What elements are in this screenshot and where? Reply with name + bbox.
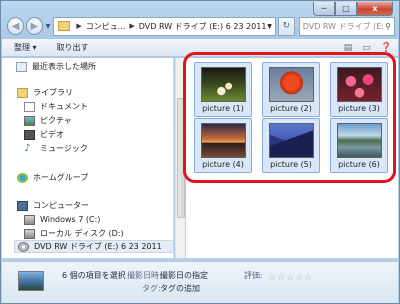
eject-button[interactable]: 取り出す: [57, 42, 89, 53]
search-icon: ⚲: [385, 21, 391, 31]
rating-label: 評価:: [244, 271, 263, 280]
drive-icon: [24, 228, 35, 239]
organize-button[interactable]: 整理 ▾: [14, 42, 37, 53]
nav-item-computer[interactable]: コンピューター: [17, 199, 89, 212]
drive-icon: [24, 214, 35, 225]
navigation-pane: 最近表示した場所 ライブラリ ドキュメント ピクチャ ビデオ ♪ ミュージック …: [2, 58, 174, 258]
rating-stars-icon[interactable]: ☆☆☆☆☆: [268, 273, 313, 283]
navigation-bar: ◀ ▶ ▼ ▶ コンピュ... ▶ DVD RW ドライブ (E:) 6 23 …: [7, 15, 395, 37]
nav-item-dvd-drive[interactable]: DVD RW ドライブ (E:) 6 23 2011: [14, 240, 174, 253]
dvd-drive-icon: [18, 241, 29, 252]
help-icon[interactable]: ❓: [381, 43, 392, 53]
minimize-button[interactable]: ─: [313, 2, 335, 16]
homegroup-icon: [17, 172, 28, 183]
music-icon: ♪: [24, 142, 31, 154]
caption-buttons: ─ □ x: [313, 2, 393, 16]
preview-pane-icon[interactable]: ▭: [362, 43, 371, 53]
back-button[interactable]: ◀: [7, 17, 24, 35]
tags-label: タグ:: [142, 284, 161, 293]
nav-item-drive-c[interactable]: Windows 7 (C:): [24, 213, 100, 226]
computer-icon: [17, 200, 28, 211]
selection-thumbnail: [18, 271, 44, 291]
selection-count: 6 個の項目を選択: [62, 271, 126, 280]
recent-pages-dropdown-icon[interactable]: ▼: [46, 23, 51, 30]
date-taken-label: 撮影日時:: [127, 271, 162, 280]
nav-item-drive-d[interactable]: ローカル ディスク (D:): [24, 227, 124, 240]
forward-button[interactable]: ▶: [25, 17, 43, 35]
documents-icon: [24, 101, 35, 112]
tags-value[interactable]: タグの追加: [160, 283, 200, 294]
explorer-window: ─ □ x ◀ ▶ ▼ ▶ コンピュ... ▶ DVD RW ドライブ (E:)…: [0, 0, 400, 304]
library-icon: [17, 87, 28, 98]
address-dropdown-icon[interactable]: ▼: [267, 23, 272, 30]
search-input[interactable]: DVD RW ドライブ (E:) 6 23 2011 ⚲: [298, 16, 395, 36]
forward-arrow-icon: ▶: [30, 20, 39, 32]
nav-item-pictures[interactable]: ピクチャ: [24, 114, 72, 127]
breadcrumb-computer[interactable]: コンピュ...: [86, 21, 126, 32]
date-taken-value[interactable]: 撮影日の指定: [160, 270, 208, 281]
close-button[interactable]: x: [357, 2, 393, 16]
recent-places-icon: [16, 61, 27, 72]
back-arrow-icon: ◀: [11, 20, 20, 32]
maximize-button[interactable]: □: [335, 2, 357, 16]
address-bar[interactable]: ▶ コンピュ... ▶ DVD RW ドライブ (E:) 6 23 2011 ▼: [53, 16, 276, 36]
breadcrumb-separator-icon[interactable]: ▶: [76, 22, 81, 30]
refresh-icon: ↻: [282, 21, 291, 31]
breadcrumb-dvd-drive[interactable]: DVD RW ドライブ (E:) 6 23 2011: [139, 21, 267, 32]
nav-item-recent-places[interactable]: 最近表示した場所: [16, 60, 96, 73]
selection-highlight-frame: [183, 52, 396, 183]
breadcrumb-separator-icon[interactable]: ▶: [129, 22, 134, 30]
pictures-icon: [24, 115, 35, 126]
search-placeholder: DVD RW ドライブ (E:) 6 23 2011: [302, 21, 385, 31]
refresh-button[interactable]: ↻: [277, 16, 295, 36]
nav-item-documents[interactable]: ドキュメント: [24, 100, 88, 113]
nav-item-videos[interactable]: ビデオ: [24, 128, 64, 141]
nav-item-library[interactable]: ライブラリ: [17, 86, 73, 99]
nav-item-homegroup[interactable]: ホームグループ: [17, 171, 88, 184]
dvd-folder-icon: [58, 21, 71, 31]
view-options-icon[interactable]: ▤: [344, 43, 353, 53]
videos-icon: [24, 129, 35, 140]
details-pane: 6 個の項目を選択 撮影日時: 撮影日の指定 タグ: タグの追加 評価: ☆☆☆…: [2, 261, 398, 303]
nav-item-music[interactable]: ♪ ミュージック: [24, 142, 88, 155]
